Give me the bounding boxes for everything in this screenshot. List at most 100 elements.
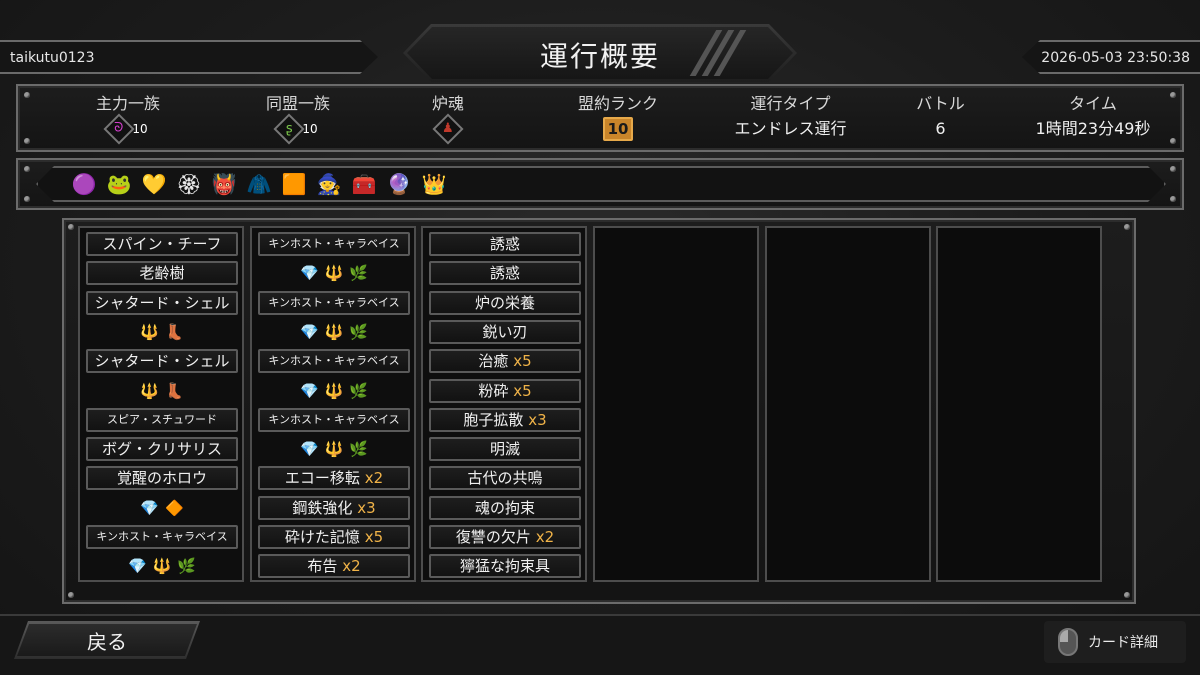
upgrade-gem-icon: 🔱 [324, 264, 344, 283]
blue-spirit-icon[interactable]: 🧙 [315, 170, 343, 198]
card-detail-button[interactable]: カード詳細 [1044, 621, 1186, 663]
deck-card[interactable]: キンホスト・キャラベイス [258, 290, 410, 315]
page-title: 運行概要 [539, 40, 660, 73]
back-button-label: 戻る [87, 629, 127, 654]
username-plate: taikutu0123 [0, 40, 378, 74]
deck-card[interactable]: スパイン・チーフ [86, 232, 238, 256]
mouse-icon [1058, 628, 1078, 656]
card-name: キンホスト・キャラベイス [268, 237, 400, 250]
upgrade-gem-icon: 💎 [127, 557, 147, 576]
card-name: 砕けた記憶 [284, 528, 360, 546]
card-name: 明滅 [489, 440, 520, 459]
datetime: 2026-05-03 23:50:38 [1041, 50, 1190, 66]
deck-card[interactable]: 老齢樹 [86, 261, 238, 286]
deck-card[interactable]: 鋭い刃 [429, 319, 581, 344]
deck-card[interactable]: 明滅 [429, 437, 581, 462]
card-count: x2 [364, 469, 384, 488]
deck-card[interactable]: エコー移転 x2 [258, 466, 410, 491]
card-name: 獰猛な拘束具 [459, 557, 550, 576]
upgrade-gems-row: 💎 🔱 🌿 [258, 320, 410, 344]
stat-main-clan-label: 主力一族 [95, 94, 160, 113]
deck-card[interactable]: シャタード・シェル [86, 290, 238, 315]
ember-card-icon[interactable]: 🟧 [280, 170, 308, 198]
flower-burst-icon[interactable]: 🏵 [175, 170, 203, 198]
card-count: x5 [513, 381, 532, 400]
card-name: キンホスト・キャラベイス [268, 354, 400, 368]
red-cloak-icon[interactable]: 🧥 [245, 170, 273, 198]
crystal-cluster-icon[interactable]: 🔮 [385, 170, 413, 198]
upgrade-gem-icon: 💎 [299, 322, 319, 341]
stat-allied-clan[interactable]: 同盟一族 ʂ 10 [228, 90, 368, 145]
upgrade-gems-row: 💎 🔱 🌿 [258, 437, 410, 461]
main-clan-level: 10 [132, 122, 148, 136]
upgrade-gems-row: 🔱 👢 [86, 320, 238, 344]
card-name: 胞子拡散 [463, 410, 524, 429]
card-name: 魂の拘束 [474, 498, 535, 517]
covenant-rank-badge: 10 [603, 117, 633, 141]
card-detail-label: カード詳細 [1088, 635, 1158, 651]
fire-demon-icon[interactable]: 👹 [210, 170, 238, 198]
deck-card[interactable]: 粉砕 x5 [429, 378, 581, 403]
stat-battle-label: バトル [916, 94, 965, 113]
deck-card[interactable]: キンホスト・キャラベイス [258, 349, 410, 374]
deck-card[interactable]: 古代の共鳴 [429, 466, 581, 491]
yellow-gem-icon[interactable]: 💛 [140, 170, 168, 198]
deck-card[interactable]: 布告 x2 [258, 554, 410, 579]
back-button[interactable]: 戻る [14, 621, 200, 659]
deck-card[interactable]: 誘惑 [429, 232, 581, 256]
purple-crystal-icon[interactable]: 🟣 [70, 170, 98, 198]
card-name: シャタード・シェル [94, 352, 230, 371]
green-beast-icon[interactable]: 🐸 [105, 170, 133, 198]
deck-card[interactable]: 砕けた記憶 x5 [258, 525, 410, 549]
deck-card[interactable]: キンホスト・キャラベイス [258, 407, 410, 432]
upgrade-gem-icon: 🌿 [177, 557, 197, 576]
card-count: x3 [357, 498, 376, 517]
deck-card[interactable]: 誘惑 [429, 261, 581, 286]
deck-card[interactable]: キンホスト・キャラベイス [258, 232, 410, 256]
deck-card[interactable]: スピア・スチュワード [86, 407, 238, 432]
stat-main-clan[interactable]: 主力一族 ᘐ 10 [58, 90, 198, 145]
upgrade-gem-icon: 🔱 [140, 322, 159, 341]
card-name: 誘惑 [489, 264, 520, 283]
deck-card[interactable]: 治癒 x5 [429, 349, 581, 374]
white-crown-icon[interactable]: 👑 [420, 170, 448, 198]
upgrade-gem-icon: 🌿 [349, 264, 369, 283]
card-name: 炉の栄養 [474, 293, 535, 312]
title-plate: 運行概要 [403, 24, 797, 82]
upgrade-gems-row: 💎 🔱 🌿 [86, 554, 238, 578]
deck-card[interactable]: ボグ・クリサリス [86, 437, 238, 462]
deck-card[interactable]: 胞子拡散 x3 [429, 407, 581, 432]
upgrade-gem-icon: 👢 [165, 322, 184, 341]
card-name: 鋭い刃 [482, 322, 528, 341]
stat-pyre-heart[interactable]: 炉魂 ♟ [378, 90, 518, 145]
deck-card[interactable]: 獰猛な拘束具 [429, 554, 581, 579]
deck-column-1: スパイン・チーフ 老齢樹 シャタード・シェル 🔱 👢 シャタード・シェル 🔱 👢 スピア・スチュ… [78, 226, 244, 582]
upgrade-gem-icon: 🔶 [165, 498, 184, 517]
deck-card[interactable]: 鋼鉄強化 x3 [258, 495, 410, 520]
deck-card[interactable]: 炉の栄養 [429, 290, 581, 315]
deck-card[interactable]: シャタード・シェル [86, 349, 238, 374]
username: taikutu0123 [10, 50, 95, 66]
treasure-chest-icon[interactable]: 🧰 [350, 170, 378, 198]
upgrade-gem-icon: 💎 [299, 440, 319, 459]
upgrade-gem-icon: 🌿 [349, 381, 369, 400]
upgrade-gem-icon: 💎 [299, 381, 319, 400]
green-serpent-icon: ʂ [273, 113, 305, 145]
card-name: 鋼鉄強化 [292, 498, 353, 517]
upgrade-gem-icon: 🔱 [324, 322, 344, 341]
deck-card[interactable]: 魂の拘束 [429, 495, 581, 520]
card-name: 覚醒のホロウ [116, 469, 207, 488]
card-count: x3 [528, 410, 547, 429]
deck-card[interactable]: 覚醒のホロウ [86, 466, 238, 491]
deck-column-2: キンホスト・キャラベイス 💎 🔱 🌿 キンホスト・キャラベイス 💎 🔱 🌿 キンホスト・キャラベ… [250, 226, 416, 582]
stat-covenant-rank-label: 盟約ランク [577, 94, 658, 113]
card-name: 古代の共鳴 [467, 469, 543, 488]
upgrade-gem-icon: 🔱 [324, 381, 344, 400]
stat-run-type: 運行タイプ エンドレス運行 [718, 90, 863, 142]
deck-card[interactable]: 復讐の欠片 x2 [429, 525, 581, 549]
deck-card[interactable]: キンホスト・キャラベイス [86, 525, 238, 549]
deck-column-5-empty [765, 226, 931, 582]
card-name: スピア・スチュワード [107, 412, 217, 426]
red-figure-icon: ♟ [432, 113, 464, 145]
card-count: x2 [535, 528, 555, 546]
